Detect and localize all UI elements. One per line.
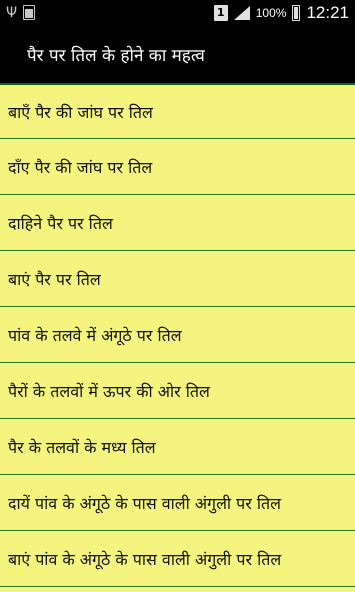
list-item[interactable]: पैर के तलवों के मध्य तिल — [0, 419, 355, 475]
app-title-bar: पैर पर तिल के होने का महत्व — [0, 25, 355, 85]
list-item[interactable]: बाएं पांव के अंगूठे के पास वाली अंगुली प… — [0, 531, 355, 587]
list-item[interactable]: पैरों के तलवों में ऊपर की ओर तिल — [0, 363, 355, 419]
status-bar: Ψ 1 100% 12:21 — [0, 0, 355, 25]
list-item[interactable]: दाँए पैर की जांघ पर तिल — [0, 139, 355, 195]
status-left: Ψ — [6, 4, 36, 21]
list-item[interactable]: दाहिने पैर पर तिल — [0, 195, 355, 251]
page-title: पैर पर तिल के होने का महत्व — [27, 45, 205, 66]
list-item[interactable]: बाएं पैर पर तिल — [0, 251, 355, 307]
list-item[interactable]: दायें पांव के अंगूठे के पास वाली अंगुली … — [0, 475, 355, 531]
battery-notification-icon — [23, 5, 36, 20]
list-item[interactable]: पांव के तलवे में अंगूठे पर तिल — [0, 307, 355, 363]
battery-percent: 100% — [255, 5, 287, 20]
signal-icon — [233, 5, 250, 20]
topic-list: बाएँ पैर की जांघ पर तिल दाँए पैर की जांघ… — [0, 85, 355, 587]
usb-icon: Ψ — [6, 4, 18, 21]
clock: 12:21 — [306, 2, 349, 22]
battery-icon — [292, 4, 301, 21]
list-item[interactable]: बाएँ पैर की जांघ पर तिल — [0, 85, 355, 139]
sim-icon: 1 — [213, 4, 228, 21]
status-right: 1 100% 12:21 — [213, 2, 349, 23]
